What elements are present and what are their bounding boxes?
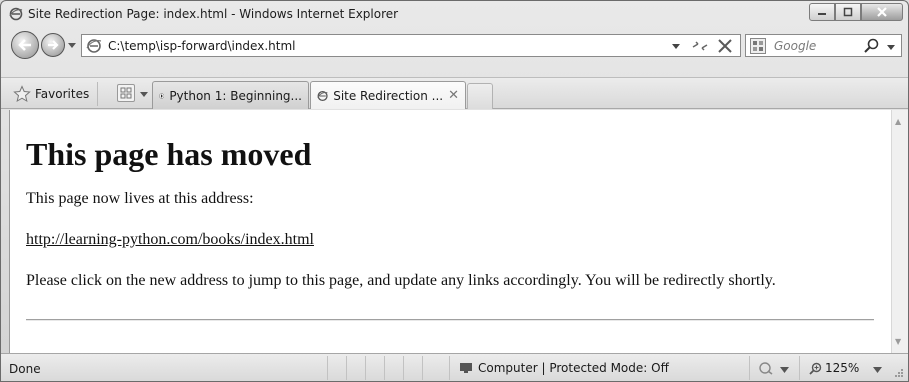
window-title: Site Redirection Page: index.html - Wind… [28,7,399,21]
new-tab-button[interactable] [467,83,493,109]
maximize-icon [843,7,853,17]
zone-label: Computer | Protected Mode: Off [478,361,669,375]
minimize-icon [818,13,826,15]
compatibility-view-icon[interactable] [691,38,709,54]
close-icon [877,7,887,17]
horizontal-rule [26,319,874,321]
tab-site-redirection[interactable]: Site Redirection ... ✕ [310,81,466,109]
status-divider [799,356,800,380]
search-placeholder[interactable]: Google [774,39,816,53]
zoom-control[interactable]: 125% [809,361,859,375]
star-icon [13,85,31,103]
address-bar[interactable]: C:\temp\isp-forward\index.html [81,34,741,57]
manage-addons-icon[interactable] [758,361,774,375]
tab-list-dropdown-icon[interactable] [139,89,149,99]
navigation-bar: C:\temp\isp-forward\index.html Google [1,29,908,63]
back-arrow-icon [18,39,31,51]
minimize-button[interactable] [809,3,835,21]
resize-grip-icon[interactable] [894,368,904,378]
status-divider [449,356,450,380]
vertical-scrollbar[interactable]: ▲ ▼ [891,110,908,353]
address-dropdown-icon[interactable] [671,41,681,51]
tab-bar: Favorites Python 1: Beginning... Site Re… [1,77,908,109]
history-dropdown-icon[interactable] [67,40,77,50]
scroll-down-icon[interactable]: ▼ [895,337,901,346]
quick-tabs-button[interactable] [117,84,135,102]
tab-label[interactable]: Python 1: Beginning... [169,89,302,103]
favorites-label[interactable]: Favorites [35,87,89,101]
window-controls [809,3,903,21]
page-content: This page has moved This page now lives … [9,110,891,353]
status-panels [327,356,441,380]
close-window-button[interactable] [861,3,903,21]
search-dropdown-icon[interactable] [886,42,896,52]
status-bar: Done Computer | Protected Mode: Off 125% [1,353,908,381]
computer-icon [460,363,472,373]
title-bar: Site Redirection Page: index.html - Wind… [1,1,908,27]
zoom-icon [809,362,822,375]
page-heading: This page has moved [26,136,312,172]
redirect-message: Please click on the new address to jump … [26,272,776,289]
status-divider [749,356,750,380]
ie-page-icon [86,39,102,53]
status-text: Done [9,362,41,376]
search-box[interactable]: Google [745,34,902,57]
favorites-button[interactable]: Favorites [9,82,99,106]
intro-text: This page now lives at this address: [26,190,254,207]
tab-label[interactable]: Site Redirection ... [333,89,443,103]
ie-logo-icon [317,90,328,101]
magnifier-icon[interactable] [864,38,880,54]
address-url[interactable]: C:\temp\isp-forward\index.html [108,39,295,53]
back-button[interactable] [11,31,39,59]
search-provider-icon [750,38,766,54]
stop-icon[interactable] [716,37,734,55]
zoom-level[interactable]: 125% [825,361,859,375]
tab-python-beginning[interactable]: Python 1: Beginning... [152,81,309,109]
quick-tabs-icon [120,87,132,99]
addons-dropdown-icon[interactable] [780,366,789,374]
security-zone[interactable]: Computer | Protected Mode: Off [459,361,669,375]
maximize-button[interactable] [835,3,861,21]
ie-logo-icon [9,7,23,21]
browser-window: Site Redirection Page: index.html - Wind… [0,0,909,382]
close-tab-icon[interactable]: ✕ [448,88,459,103]
forward-button[interactable] [41,33,65,57]
new-address-link[interactable]: http://learning-python.com/books/index.h… [26,231,314,249]
forward-arrow-icon [48,40,59,50]
favicon-icon [159,92,165,99]
scroll-up-icon[interactable]: ▲ [895,117,901,126]
zoom-dropdown-icon[interactable] [873,366,882,374]
